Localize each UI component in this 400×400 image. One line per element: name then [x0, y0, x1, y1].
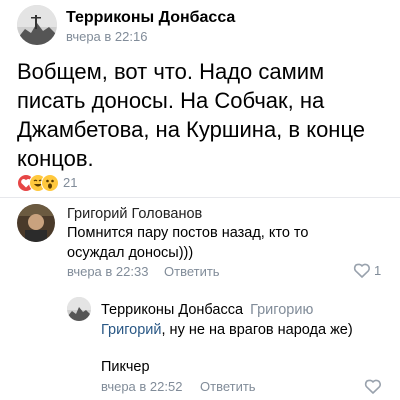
post-text: Вобщем, вот что. Надо самим писать донос…: [17, 57, 397, 173]
reply-to-link[interactable]: Григорию: [250, 302, 313, 318]
reply-text-second: Пикчер: [101, 359, 150, 375]
comment-text-line: Помнится пару постов назад, кто то: [67, 225, 309, 241]
reply-header: Терриконы Донбасса Григорию: [101, 302, 313, 318]
post-text-line: Джамбетова, на Куршина, в конце: [17, 117, 366, 142]
reactions-bar[interactable]: 21: [17, 174, 117, 194]
like-button[interactable]: 1: [353, 262, 383, 280]
reply-time: вчера в 22:52: [101, 379, 183, 394]
comment-text: Помнится пару постов назад, кто то осужд…: [67, 223, 387, 263]
reply-button[interactable]: Ответить: [200, 379, 256, 394]
like-button[interactable]: [364, 378, 384, 396]
reply-author[interactable]: Терриконы Донбасса: [101, 302, 243, 318]
like-count: 1: [374, 263, 382, 278]
divider: [0, 197, 400, 198]
reactions-count: 21: [63, 175, 78, 190]
reply-button[interactable]: Ответить: [164, 264, 220, 279]
comment-author[interactable]: Григорий Голованов: [67, 206, 202, 222]
heart-icon: [353, 262, 371, 284]
reply-text: Григорий, ну не на врагов народа же): [101, 320, 391, 340]
wow-reaction-icon: [41, 174, 59, 192]
heart-icon: [364, 378, 382, 400]
post-author[interactable]: Терриконы Донбасса: [66, 9, 235, 27]
commenter-avatar[interactable]: [17, 204, 55, 242]
post-text-line: писать доносы. На Собчак, на: [17, 88, 325, 113]
community-avatar[interactable]: [17, 5, 57, 45]
post-time: вчера в 22:16: [66, 29, 148, 44]
comment-time: вчера в 22:33: [67, 264, 149, 279]
community-avatar-reply[interactable]: [67, 297, 91, 321]
comment-text-line: осуждал доносы))): [67, 245, 194, 261]
post-text-line: Вобщем, вот что. Надо самим: [17, 59, 325, 84]
reply-text-body: , ну не на врагов народа же): [161, 322, 353, 338]
mention-link[interactable]: Григорий: [101, 322, 162, 338]
post-text-line: концов.: [17, 146, 94, 171]
